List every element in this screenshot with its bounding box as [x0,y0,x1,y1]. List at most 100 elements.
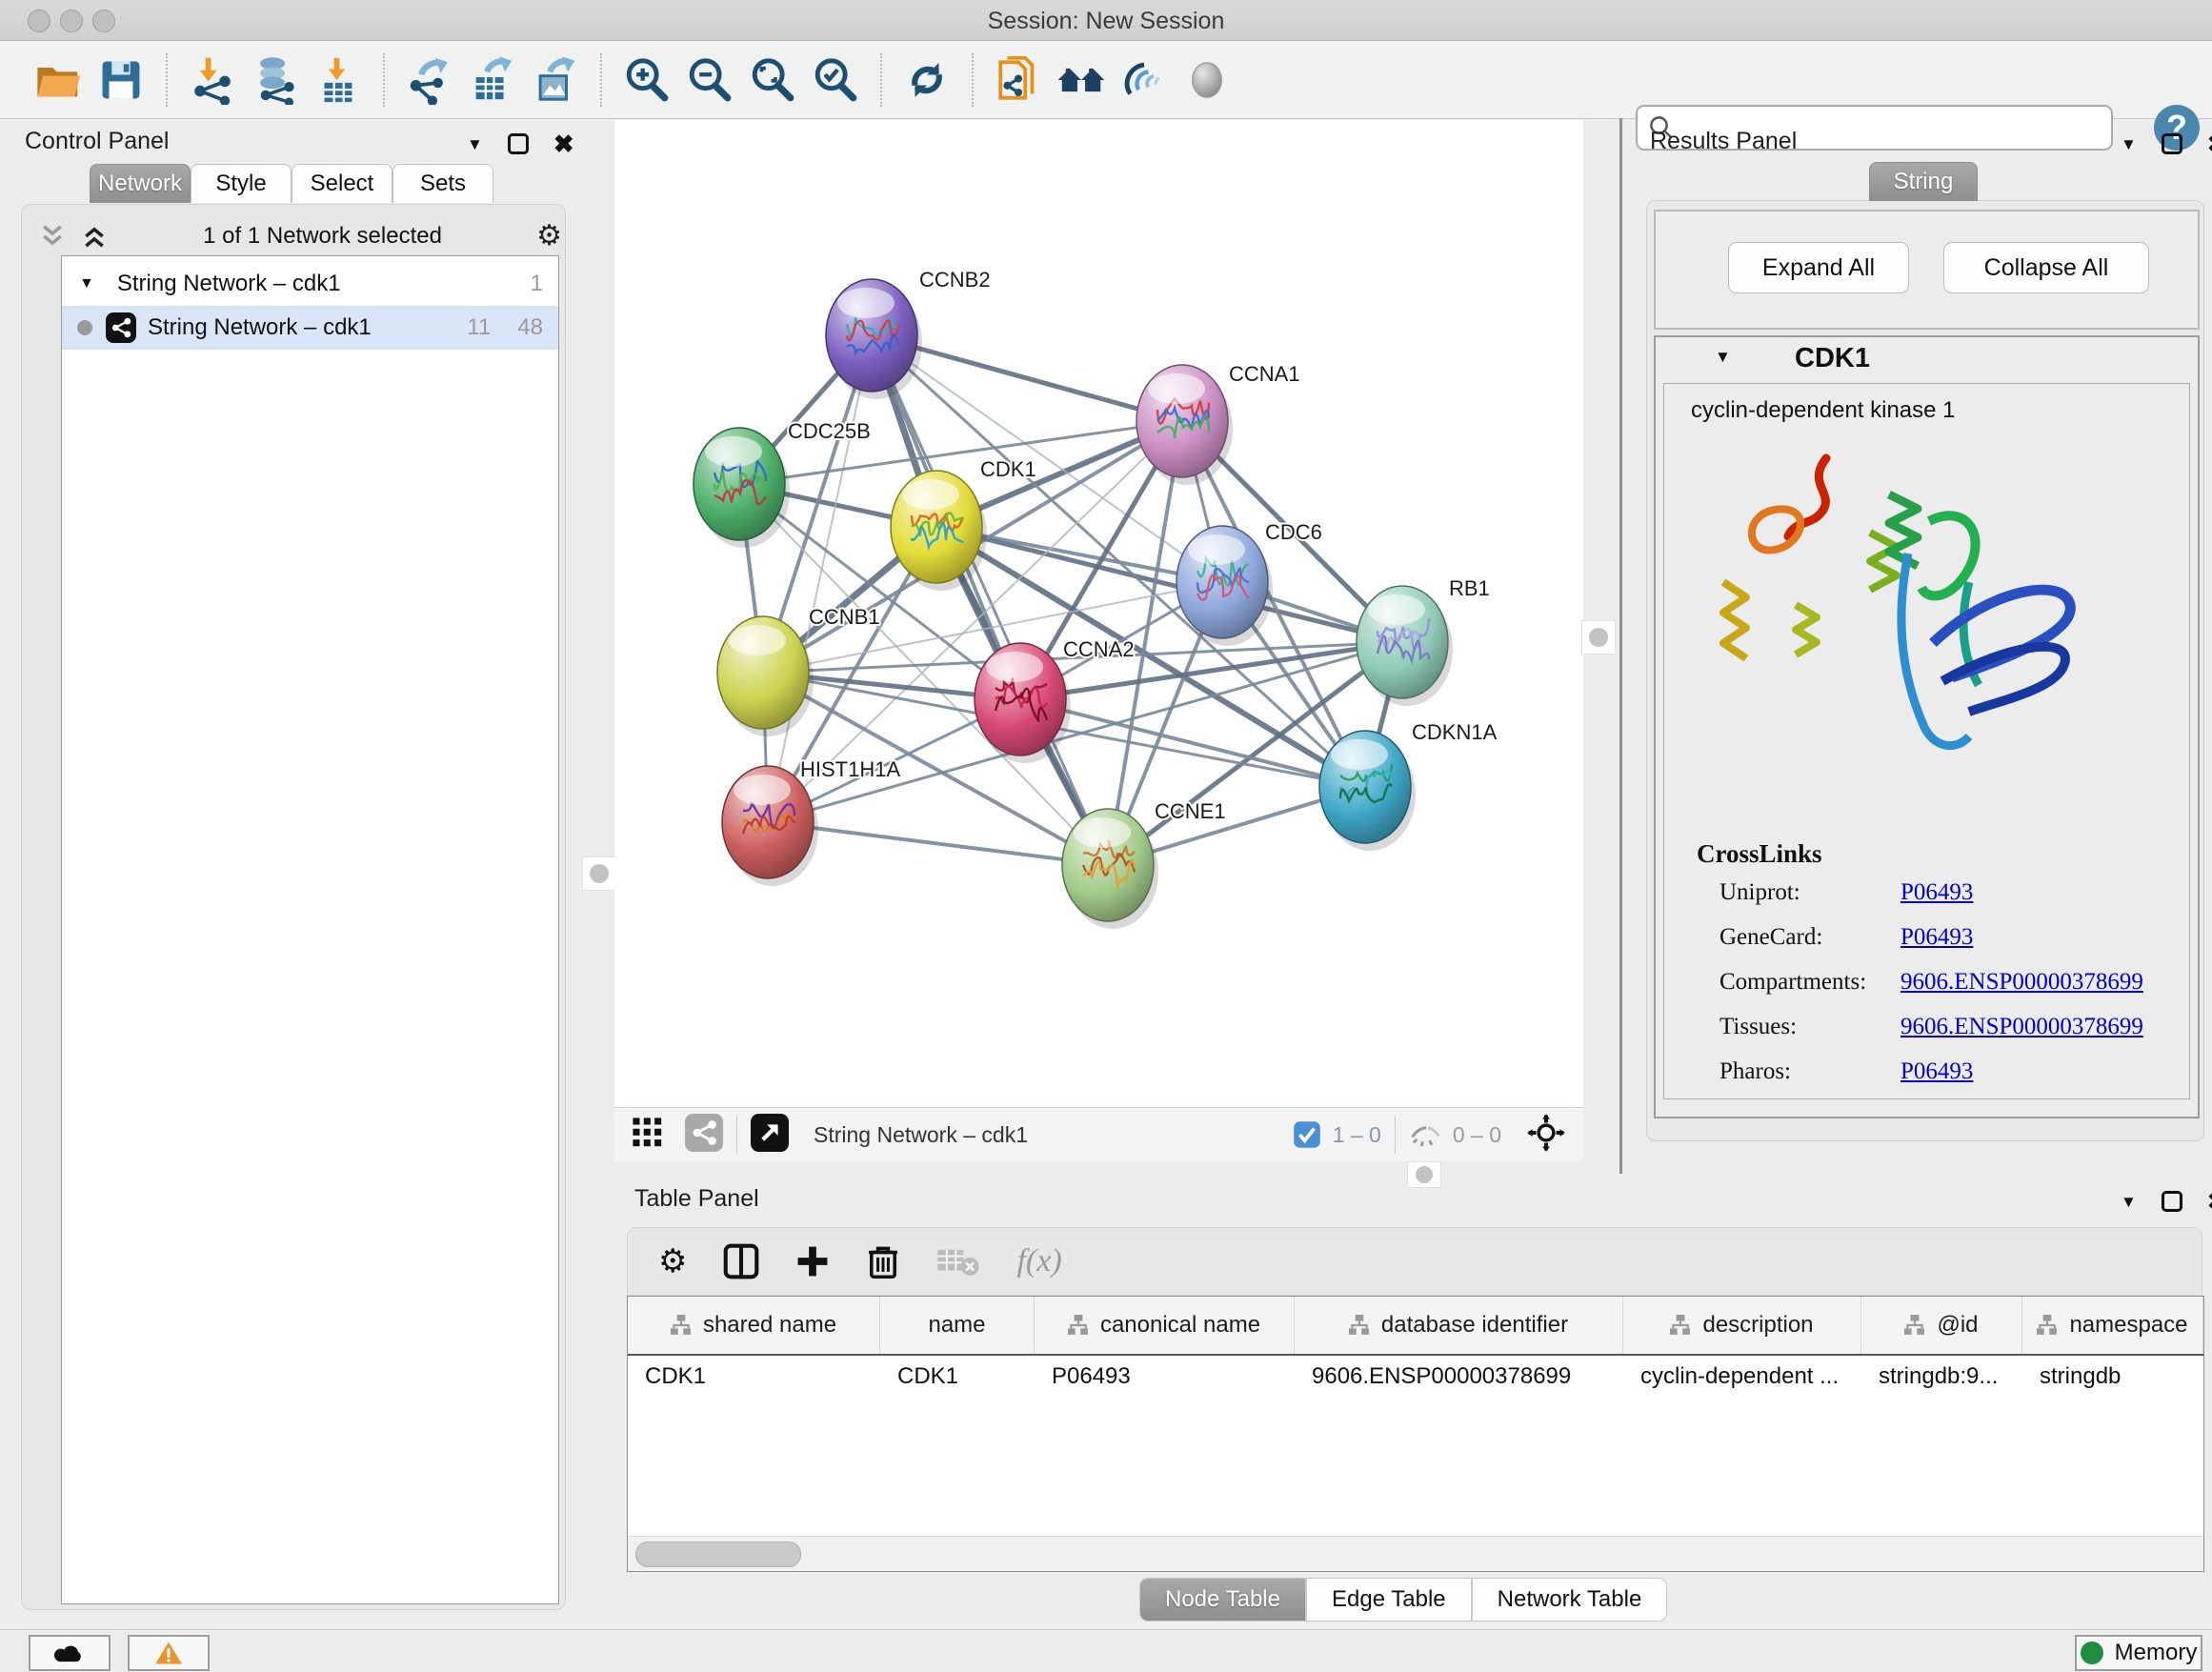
cdk1-collapse-icon[interactable]: ▼ [1715,349,1731,365]
tab-network-table[interactable]: Network Table [1472,1578,1668,1622]
string-import-button[interactable] [987,50,1050,111]
crosslink-value-link[interactable]: 9606.ENSP00000378699 [1900,1014,2143,1040]
column-header-shared-name[interactable]: shared name [628,1297,880,1354]
export-image-button[interactable] [524,50,587,111]
crosslink-value-link[interactable]: P06493 [1900,879,1973,906]
network-node-CDKN1A[interactable]: CDKN1A [1319,720,1498,851]
memory-button[interactable]: Memory [2075,1635,2202,1671]
string-show-glass-button[interactable] [1113,50,1176,111]
import-network-file-button[interactable] [181,50,244,111]
show-columns-icon[interactable] [723,1243,759,1279]
network-node-HIST1H1A[interactable]: HIST1H1A [722,757,900,886]
refresh-icon [903,56,951,104]
column-header-description[interactable]: description [1623,1297,1861,1354]
collapse-all-icon[interactable] [38,224,67,249]
hidden-eye-icon[interactable] [1409,1120,1443,1149]
network-node-CCNB2[interactable]: CCNB2 [826,268,991,399]
tab-select[interactable]: Select [292,164,392,203]
expand-all-button[interactable]: Expand All [1728,242,1909,293]
results-panel-float-button[interactable] [2162,133,2182,154]
crosslink-row: Tissues:9606.ENSP00000378699 [1719,1014,2177,1040]
results-panel-menu-button[interactable]: ▼ [2121,136,2137,152]
tab-node-table[interactable]: Node Table [1139,1578,1306,1622]
table-cell: P06493 [1035,1356,1295,1398]
tab-network[interactable]: Network [90,164,191,203]
column-header-canonical-name[interactable]: canonical name [1035,1297,1295,1354]
network-overview-button[interactable] [685,1114,723,1157]
network-canvas[interactable]: CCNB2CCNA1CDC25BCDK1CDC6RB1CCNB1CCNA2CDK… [614,120,1583,1107]
table-hscrollbar[interactable] [628,1536,2203,1571]
crosslink-value-link[interactable]: 9606.ENSP00000378699 [1900,969,2143,996]
network-options-gear-icon[interactable]: ⚙ [536,219,562,252]
import-network-database-button[interactable] [244,50,307,111]
eye-waves-icon [1119,55,1169,105]
tree-edge-count: 48 [517,314,543,341]
network-node-CCNE1[interactable]: CCNE1 [1062,799,1226,929]
cloud-status-button[interactable] [29,1635,111,1671]
network-edge-CCNB2-HIST1H1A[interactable] [768,335,872,822]
tab-sets[interactable]: Sets [392,164,493,203]
network-node-RB1[interactable]: RB1 [1357,576,1490,706]
table-panel-close-button[interactable]: ✖ [2207,1189,2212,1214]
tab-edge-table[interactable]: Edge Table [1306,1578,1472,1622]
results-panel: Results Panel ▼ ✖ String Expand All Coll… [1625,118,2212,1174]
warning-icon [154,1641,183,1665]
network-tree-row[interactable]: ▼String Network – cdk11 [62,262,558,306]
tree-row-label: String Network – cdk1 [117,271,341,297]
collapse-all-button[interactable]: Collapse All [1943,242,2149,293]
birdseye-toggle-button[interactable] [632,1117,664,1154]
detach-view-button[interactable] [751,1114,789,1157]
import-table-icon [313,55,363,105]
warnings-button[interactable] [128,1635,210,1671]
open-session-button[interactable] [27,50,90,111]
network-node-CDC6[interactable]: CDC6 [1176,520,1322,646]
network-tree-row[interactable]: String Network – cdk11148 [62,306,558,350]
column-header-namespace[interactable]: namespace [2022,1297,2203,1354]
column-header--id[interactable]: @id [1861,1297,2022,1354]
control-panel-float-button[interactable] [508,133,529,154]
string-home-button[interactable] [1050,50,1113,111]
network-edge-CCNB2-CCNE1[interactable] [872,335,1108,865]
control-panel-title: Control Panel [25,128,169,155]
node-label-CCNB1: CCNB1 [809,605,880,629]
column-header-database-identifier[interactable]: database identifier [1295,1297,1623,1354]
tree-expander-icon[interactable]: ▼ [79,275,94,292]
fit-selected-button[interactable] [1526,1113,1566,1158]
add-column-icon[interactable] [795,1244,830,1279]
tab-style[interactable]: Style [191,164,292,203]
crosslink-value-link[interactable]: P06493 [1900,924,1973,951]
export-network-button[interactable] [398,50,461,111]
table-row[interactable]: CDK1CDK1P064939606.ENSP00000378699cyclin… [628,1356,2203,1398]
selected-checkbox-icon[interactable] [1293,1120,1321,1149]
zoom-selected-button[interactable] [804,50,867,111]
string-glass-ball-button[interactable] [1176,50,1238,111]
left-splitter-handle[interactable] [582,856,616,891]
table-panel-menu-button[interactable]: ▼ [2121,1194,2137,1210]
network-node-CCNA1[interactable]: CCNA1 [1136,362,1300,485]
tab-string[interactable]: String [1869,162,1978,201]
node-label-CDC6: CDC6 [1265,520,1322,544]
export-table-button[interactable] [461,50,524,111]
control-panel-menu-button[interactable]: ▼ [467,136,483,152]
network-edge-HIST1H1A-CCNE1[interactable] [768,822,1108,865]
import-table-file-button[interactable] [307,50,370,111]
save-session-button[interactable] [90,50,152,111]
expand-all-icon[interactable] [80,224,109,249]
crosslink-row: Uniprot:P06493 [1719,879,2177,906]
zoom-out-button[interactable] [678,50,741,111]
crosslink-value-link[interactable]: P06493 [1900,1058,1973,1085]
column-header-name[interactable]: name [880,1297,1035,1354]
network-status-dot [77,320,92,335]
zoom-fit-button[interactable] [741,50,804,111]
delete-column-trash-icon[interactable] [866,1243,900,1279]
network-node-CCNA2[interactable]: CCNA2 [975,637,1135,763]
hscrollbar-thumb[interactable] [635,1541,801,1567]
save-floppy-icon [97,56,145,104]
table-settings-gear-icon[interactable]: ⚙ [658,1242,687,1280]
zoom-in-button[interactable] [615,50,678,111]
control-panel-close-button[interactable]: ✖ [553,131,574,156]
refresh-layout-button[interactable] [895,50,958,111]
right-splitter-handle[interactable] [1581,620,1616,655]
results-panel-close-button[interactable]: ✖ [2207,131,2212,156]
table-panel-float-button[interactable] [2162,1191,2182,1212]
